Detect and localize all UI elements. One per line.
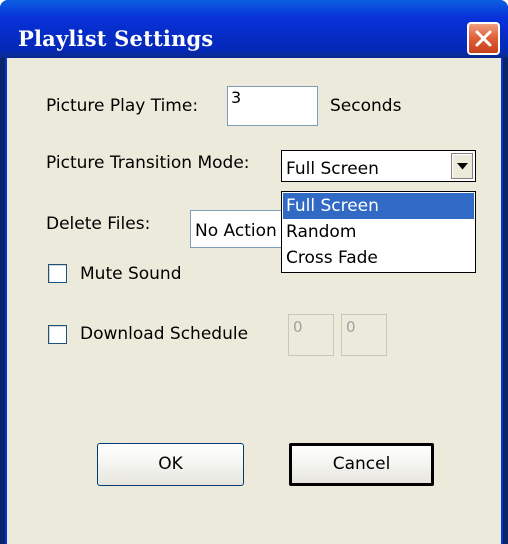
download-schedule-label: Download Schedule — [80, 324, 249, 344]
transition-mode-dropdown-list: Full Screen Random Cross Fade — [281, 191, 476, 273]
chevron-down-icon — [457, 163, 468, 170]
cancel-button[interactable]: Cancel — [289, 443, 434, 486]
window-title: Playlist Settings — [18, 26, 214, 51]
picture-transition-mode-label: Picture Transition Mode: — [46, 153, 250, 173]
mute-sound-label: Mute Sound — [80, 264, 182, 284]
delete-files-label: Delete Files: — [46, 214, 151, 234]
mute-sound-checkbox[interactable] — [48, 264, 67, 283]
delete-files-select[interactable]: No Action — [190, 210, 285, 248]
close-button[interactable] — [467, 22, 500, 55]
dropdown-option-random[interactable]: Random — [283, 219, 474, 245]
picture-play-time-unit: Seconds — [330, 96, 402, 116]
ok-button[interactable]: OK — [97, 443, 244, 486]
title-bar[interactable]: Playlist Settings — [0, 0, 508, 58]
playlist-settings-dialog: Playlist Settings Picture Play Time: 3 S… — [0, 0, 508, 544]
delete-files-value: No Action — [195, 221, 277, 241]
picture-transition-mode-select[interactable]: Full Screen — [281, 150, 476, 182]
picture-transition-mode-dropdown-button[interactable] — [451, 153, 473, 179]
picture-transition-mode-value: Full Screen — [286, 159, 379, 179]
close-icon — [475, 30, 492, 47]
download-schedule-checkbox[interactable] — [48, 325, 67, 344]
dropdown-option-full-screen[interactable]: Full Screen — [283, 193, 474, 219]
picture-play-time-input[interactable]: 3 — [227, 86, 318, 126]
download-schedule-end-field[interactable]: 0 — [341, 314, 387, 356]
picture-play-time-label: Picture Play Time: — [46, 96, 199, 116]
dropdown-option-cross-fade[interactable]: Cross Fade — [283, 245, 474, 271]
download-schedule-start-field[interactable]: 0 — [288, 314, 334, 356]
